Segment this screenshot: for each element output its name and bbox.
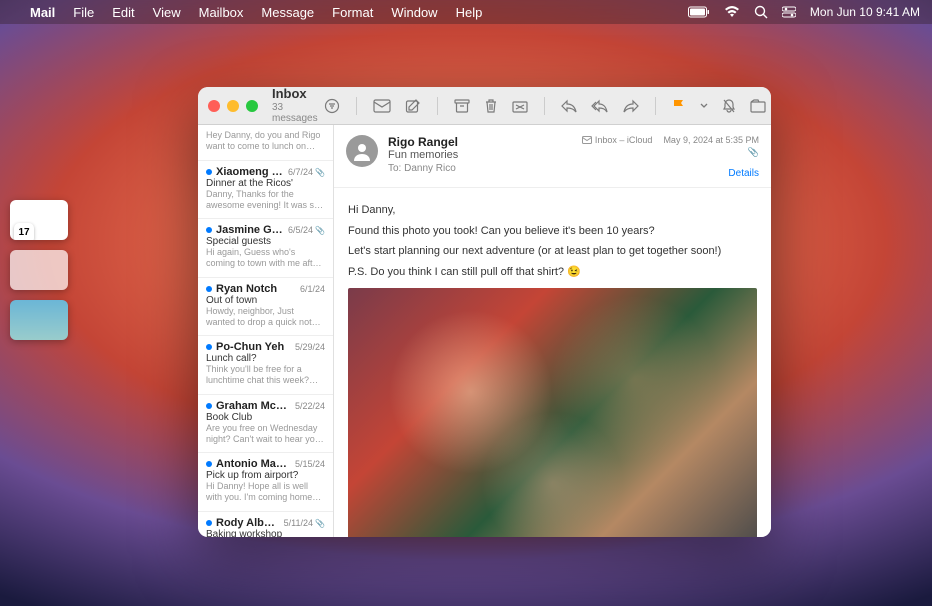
message-list-item[interactable]: Graham McBride5/22/24 Book Club Are you … [198, 395, 333, 454]
avatar [346, 135, 378, 167]
menu-message[interactable]: Message [261, 5, 314, 20]
message-body: Hi Danny, Found this photo you took! Can… [334, 188, 771, 537]
stage-tile-notes[interactable] [10, 250, 68, 290]
reply-icon[interactable] [561, 99, 577, 113]
window-zoom-button[interactable] [246, 100, 258, 112]
flag-icon[interactable] [672, 98, 686, 114]
menu-app[interactable]: Mail [30, 5, 55, 20]
flag-chevron-icon[interactable] [700, 103, 708, 109]
control-center-icon[interactable] [782, 6, 796, 18]
menu-mailbox[interactable]: Mailbox [199, 5, 244, 20]
archive-icon[interactable] [454, 99, 470, 113]
message-list-item[interactable]: Rody Albuerne5/11/24📎 Baking workshop He… [198, 512, 333, 538]
new-message-icon[interactable] [373, 99, 391, 113]
message-list[interactable]: Hey Danny, do you and Rigo want to come … [198, 125, 334, 537]
menu-file[interactable]: File [73, 5, 94, 20]
message-list-item[interactable]: Jasmine Garcia6/5/24📎 Special guests Hi … [198, 219, 333, 278]
compose-icon[interactable] [405, 98, 421, 114]
forward-icon[interactable] [623, 99, 639, 113]
message-attachment-image[interactable] [348, 288, 757, 537]
message-subject: Fun memories [388, 149, 572, 161]
message-mailbox-label: Inbox – iCloud May 9, 2024 at 5:35 PM [582, 135, 759, 145]
menu-window[interactable]: Window [391, 5, 437, 20]
menu-edit[interactable]: Edit [112, 5, 134, 20]
move-icon[interactable] [750, 99, 768, 113]
message-from: Rigo Rangel [388, 135, 572, 149]
junk-icon[interactable] [512, 99, 528, 113]
message-header: Rigo Rangel Fun memories To: Danny Rico … [334, 125, 771, 188]
menu-help[interactable]: Help [456, 5, 483, 20]
stage-tile-preview[interactable] [10, 300, 68, 340]
spotlight-icon[interactable] [754, 5, 768, 19]
mailbox-message-count: 33 messages [272, 102, 318, 124]
calendar-icon: 17 [14, 223, 34, 240]
window-close-button[interactable] [208, 100, 220, 112]
message-list-item[interactable]: Hey Danny, do you and Rigo want to come … [198, 125, 333, 161]
message-list-item[interactable]: Xiaomeng Zhong6/7/24📎 Dinner at the Rico… [198, 161, 333, 220]
message-to: To: Danny Rico [388, 163, 572, 174]
trash-icon[interactable] [484, 98, 498, 114]
attachment-icon: 📎 [582, 147, 759, 158]
stage-tile-calendar[interactable]: 17 [10, 200, 68, 240]
mail-window: Inbox 33 messages Hey Danny [198, 87, 771, 537]
stage-manager-strip: 17 [10, 200, 68, 340]
message-viewer: Rigo Rangel Fun memories To: Danny Rico … [334, 125, 771, 537]
reply-all-icon[interactable] [591, 99, 609, 113]
menu-format[interactable]: Format [332, 5, 373, 20]
window-minimize-button[interactable] [227, 100, 239, 112]
mailbox-title: Inbox [272, 87, 318, 101]
details-link[interactable]: Details [582, 168, 759, 179]
menubar: Mail File Edit View Mailbox Message Form… [0, 0, 932, 24]
mail-titlebar: Inbox 33 messages [198, 87, 771, 125]
wifi-icon[interactable] [724, 6, 740, 18]
filter-icon[interactable] [324, 98, 340, 114]
menubar-clock[interactable]: Mon Jun 10 9:41 AM [810, 5, 920, 19]
message-list-item[interactable]: Antonio Manriquez5/15/24 Pick up from ai… [198, 453, 333, 512]
mute-icon[interactable] [722, 98, 736, 114]
menu-view[interactable]: View [153, 5, 181, 20]
message-list-item[interactable]: Po-Chun Yeh5/29/24 Lunch call? Think you… [198, 336, 333, 395]
battery-icon[interactable] [688, 6, 710, 18]
message-list-item[interactable]: Ryan Notch6/1/24 Out of town Howdy, neig… [198, 278, 333, 337]
